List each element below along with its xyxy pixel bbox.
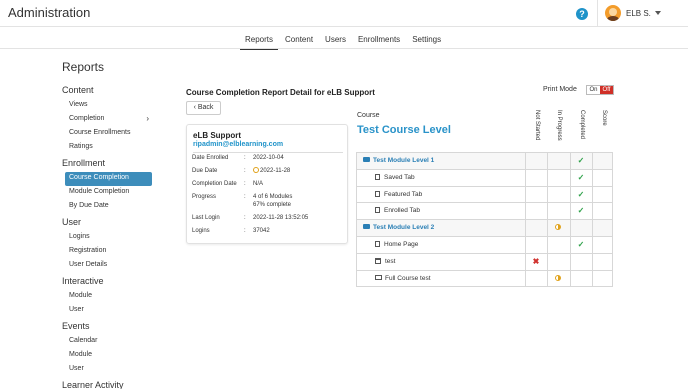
check-icon: ✓ [577,172,585,182]
field-value: 2022-11-28 13:52:05 [253,215,309,221]
avatar[interactable] [605,5,621,21]
sidebar-item-registration[interactable]: Registration [62,245,157,259]
sidebar-item-events-module[interactable]: Module [62,349,157,363]
folder-open-icon [363,224,370,230]
row-name: Test Module Level 2 [363,220,434,236]
table-row[interactable]: Test Module Level 1 ✓ [356,153,613,170]
sidebar-item-module-completion[interactable]: Module Completion [62,186,157,200]
toggle-off[interactable]: Off [600,86,613,94]
course-title[interactable]: Test Course Level [357,124,451,136]
table-row[interactable]: Enrolled Tab ✓ [356,203,613,221]
course-table: Test Module Level 1 ✓ Saved Tab ✓ Featured T… [356,152,613,288]
card-divider [193,152,343,153]
sidebar-item-user-details[interactable]: User Details [62,259,157,273]
question-circle-icon[interactable]: ? [576,8,588,20]
sidebar-section-enrollment: Enrollment [62,158,106,168]
column-header-completed: Completed [579,110,585,140]
sidebar-item-logins[interactable]: Logins [62,231,157,245]
sidebar-item-calendar[interactable]: Calendar [62,335,157,349]
check-icon: ✓ [577,156,585,165]
sidebar-item-course-completion[interactable]: Course Completion [65,172,152,186]
sidebar-item-course-enrollments[interactable]: Course Enrollments [62,127,157,141]
row-name: Enrolled Tab [375,203,420,219]
sidebar-item-ratings[interactable]: Ratings [62,141,157,155]
back-button[interactable]: ‹ Back [186,101,221,115]
document-icon [375,173,380,180]
field-label: Last Login [192,215,220,221]
table-row[interactable]: Home Page ✓ [356,236,613,254]
table-row[interactable]: Saved Tab ✓ [356,169,613,187]
table-row[interactable]: Full Course test [356,270,613,288]
chevron-right-icon: › [146,114,149,123]
half-circle-icon [547,271,569,287]
learner-email[interactable]: ripadmin@elblearning.com [193,141,283,148]
row-name: test [375,254,395,270]
user-name[interactable]: ELB S. [626,9,651,18]
caret-down-icon[interactable] [655,11,661,15]
page-title: Reports [62,60,105,74]
column-header-in-progress: In Progress [556,110,562,141]
field-value: N/A [253,181,264,187]
calendar-icon [375,257,381,264]
course-label: Course [357,112,380,119]
print-mode-toggle[interactable]: On Off [586,85,614,95]
test-icon [375,274,382,280]
row-name: Saved Tab [375,170,415,186]
header-divider [597,0,598,27]
half-circle-icon [547,220,569,236]
learner-card: eLB Support ripadmin@elblearning.com Dat… [186,124,348,244]
sidebar-item-label: Completion [69,115,105,122]
field-label: Due Date [192,168,218,174]
field-label: Logins [192,228,210,234]
document-icon [375,190,380,197]
document-icon [375,240,380,247]
sidebar-section-events: Events [62,321,90,331]
table-row[interactable]: test ✖ [356,253,613,271]
check-icon: ✓ [577,239,585,249]
row-name: Full Course test [375,271,431,287]
row-name: Home Page [375,237,418,253]
nav-divider [0,48,688,49]
sidebar-item-completion[interactable]: Completion › [62,113,157,127]
column-header-not-started: Not Started [534,110,540,141]
back-label: Back [197,104,214,111]
sidebar-section-learner-activity: Learner Activity [62,380,124,389]
toggle-on[interactable]: On [587,86,600,94]
field-label: Completion Date [192,181,237,187]
sidebar-section-interactive: Interactive [62,276,104,286]
sidebar-item-interactive-user[interactable]: User [62,304,157,318]
clock-icon [253,167,259,173]
top-bar: Administration ? ELB S. [0,0,688,27]
sidebar-item-by-due-date[interactable]: By Due Date [62,200,157,214]
field-label: Progress [192,194,217,200]
row-name: Test Module Level 1 [363,153,434,169]
field-value: 2022-10-04 [253,155,284,161]
table-row[interactable]: Test Module Level 2 [356,220,613,237]
field-value: 4 of 6 Modules 67% complete [253,194,293,208]
folder-open-icon [363,157,370,162]
field-value: 2022-11-28 [253,167,290,175]
sidebar-item-views[interactable]: Views [62,99,157,113]
sidebar-item-interactive-module[interactable]: Module [62,290,157,304]
sidebar-section-user: User [62,217,82,227]
check-icon: ✓ [577,206,585,216]
row-name: Featured Tab [375,187,422,203]
learner-name: eLB Support [193,131,241,140]
check-icon: ✓ [577,189,585,199]
print-mode-label: Print Mode [543,86,577,93]
sidebar: Content Views Completion › Course Enrollm… [62,85,157,389]
field-label: Date Enrolled [192,155,229,161]
document-icon [375,207,380,214]
x-icon: ✖ [532,256,540,266]
column-header-score: Score [601,110,607,126]
table-row[interactable]: Featured Tab ✓ [356,186,613,204]
report-title: Course Completion Report Detail for eLB … [186,88,375,97]
app-title: Administration [8,5,91,20]
field-value: 37042 [253,228,270,234]
sidebar-section-content: Content [62,85,94,95]
sidebar-item-events-user[interactable]: User [62,363,157,377]
